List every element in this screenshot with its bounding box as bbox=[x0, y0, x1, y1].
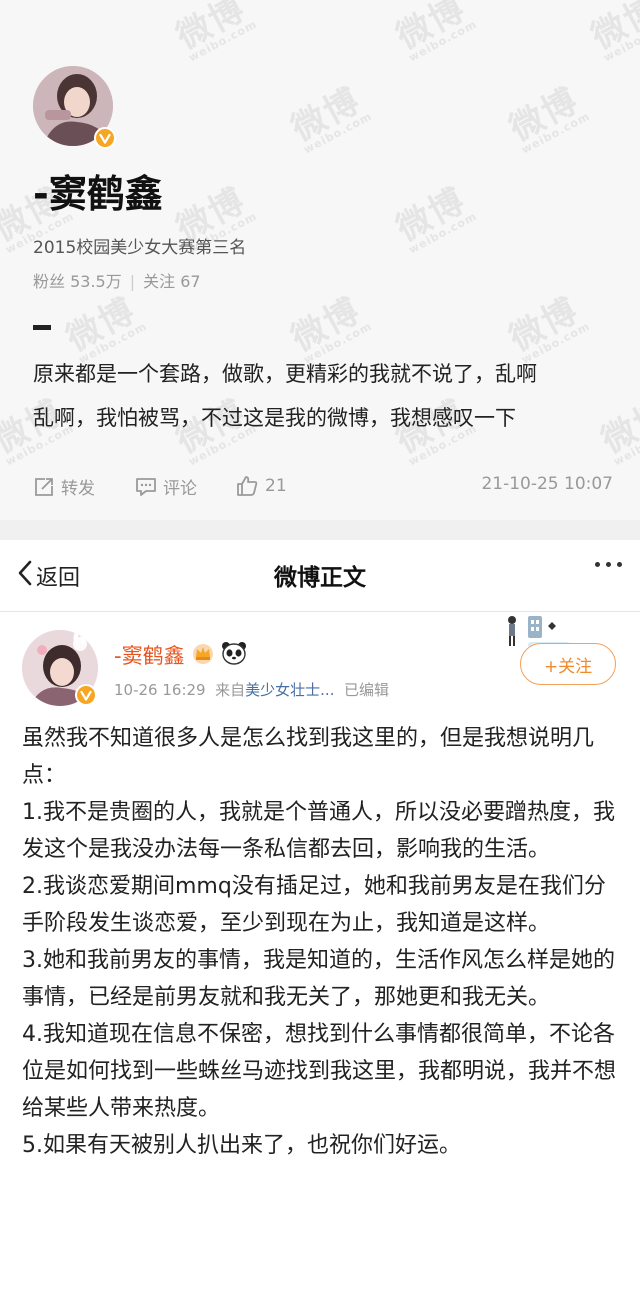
like-icon bbox=[235, 474, 259, 498]
profile-stats: 粉丝 53.5万 | 关注 67 bbox=[33, 272, 201, 291]
verified-icon bbox=[94, 127, 116, 149]
comment-icon bbox=[135, 476, 157, 498]
like-button[interactable]: 21 bbox=[235, 474, 287, 498]
paragraph: 1.我不是贵圈的人，我就是个普通人，所以没必要蹭热度，我发这个是我没办法每一条私… bbox=[22, 800, 615, 862]
fans-count[interactable]: 53.5万 bbox=[70, 272, 122, 291]
watermark: 微博 weibo.com bbox=[285, 80, 375, 157]
paragraph: 虽然我不知道很多人是怎么找到我这里的，但是我想说明几点： bbox=[22, 726, 595, 788]
profile-name[interactable]: -窦鹤鑫 bbox=[33, 163, 163, 218]
text-line: 原来都是一个套路，做歌，更精彩的我就不说了，乱啊 bbox=[33, 362, 537, 386]
watermark: 微博 weibo.com bbox=[390, 0, 480, 65]
post-source-link[interactable]: 美少女壮士... bbox=[245, 681, 334, 699]
panda-icon bbox=[221, 641, 247, 670]
comment-button[interactable]: 评论 bbox=[135, 474, 197, 499]
fans-label: 粉丝 bbox=[33, 272, 66, 291]
like-count: 21 bbox=[265, 476, 287, 496]
repost-icon bbox=[33, 476, 55, 498]
verified-icon bbox=[75, 684, 97, 706]
follow-count[interactable]: 67 bbox=[180, 272, 200, 291]
follow-button[interactable]: +关注 bbox=[520, 643, 616, 685]
watermark: 微博 weibo.com bbox=[503, 80, 593, 157]
crown-icon bbox=[191, 642, 215, 669]
edited-label[interactable]: 已编辑 bbox=[344, 681, 389, 699]
paragraph: 4.我知道现在信息不保密，想找到什么事情都很简单，不论各位是如何找到一些蛛丝马迹… bbox=[22, 1022, 617, 1121]
post-time: 10-26 16:29 bbox=[114, 681, 206, 699]
profile-bio: 2015校园美少女大赛第三名 bbox=[33, 238, 247, 258]
paragraph: 5.如果有天被别人扒出来了，也祝你们好运。 bbox=[22, 1133, 461, 1158]
paragraph: 2.我谈恋爱期间mmq没有插足过，她和我前男友是在我们分手阶段发生谈恋爱，至少到… bbox=[22, 874, 606, 936]
page-title: 微博正文 bbox=[274, 565, 366, 591]
post-body: 虽然我不知道很多人是怎么找到我这里的，但是我想说明几点： 1.我不是贵圈的人，我… bbox=[22, 720, 618, 1164]
watermark: 微博 weibo.com bbox=[390, 180, 480, 257]
text-line: 乱啊，我怕被骂，不过这是我的微博，我想感叹一下 bbox=[33, 406, 516, 430]
dash-mark bbox=[33, 325, 51, 330]
comment-label: 评论 bbox=[163, 479, 197, 499]
nav-bar: 返回 微博正文 bbox=[0, 540, 640, 612]
watermark: 微博 weibo.com bbox=[585, 0, 640, 65]
author-name[interactable]: -窦鹤鑫 bbox=[114, 640, 185, 670]
watermark: 微博 weibo.com bbox=[170, 0, 260, 65]
paragraph: 3.她和我前男友的事情，我是知道的，生活作风怎么样是她的事情，已经是前男友就和我… bbox=[22, 948, 615, 1010]
repost-label: 转发 bbox=[61, 479, 95, 499]
post-actions: 转发 评论 21 21-10-25 10:07 bbox=[33, 474, 613, 500]
top-post-text: 原来都是一个套路，做歌，更精彩的我就不说了，乱啊 乱啊，我怕被骂，不过这是我的微… bbox=[33, 352, 613, 440]
source-prefix: 来自 bbox=[215, 681, 246, 699]
follow-label: 关注 bbox=[143, 272, 176, 291]
author-name-row: -窦鹤鑫 bbox=[114, 640, 247, 670]
repost-button[interactable]: 转发 bbox=[33, 474, 95, 499]
post-time: 21-10-25 10:07 bbox=[481, 474, 613, 494]
section-divider bbox=[0, 520, 640, 540]
top-post-card: 微博 weibo.com 微博 weibo.com 微博 weibo.com 微博 we… bbox=[0, 0, 640, 520]
post-meta: 10-26 16:29 来自美少女壮士... 已编辑 bbox=[114, 679, 389, 700]
more-icon[interactable] bbox=[595, 562, 622, 567]
